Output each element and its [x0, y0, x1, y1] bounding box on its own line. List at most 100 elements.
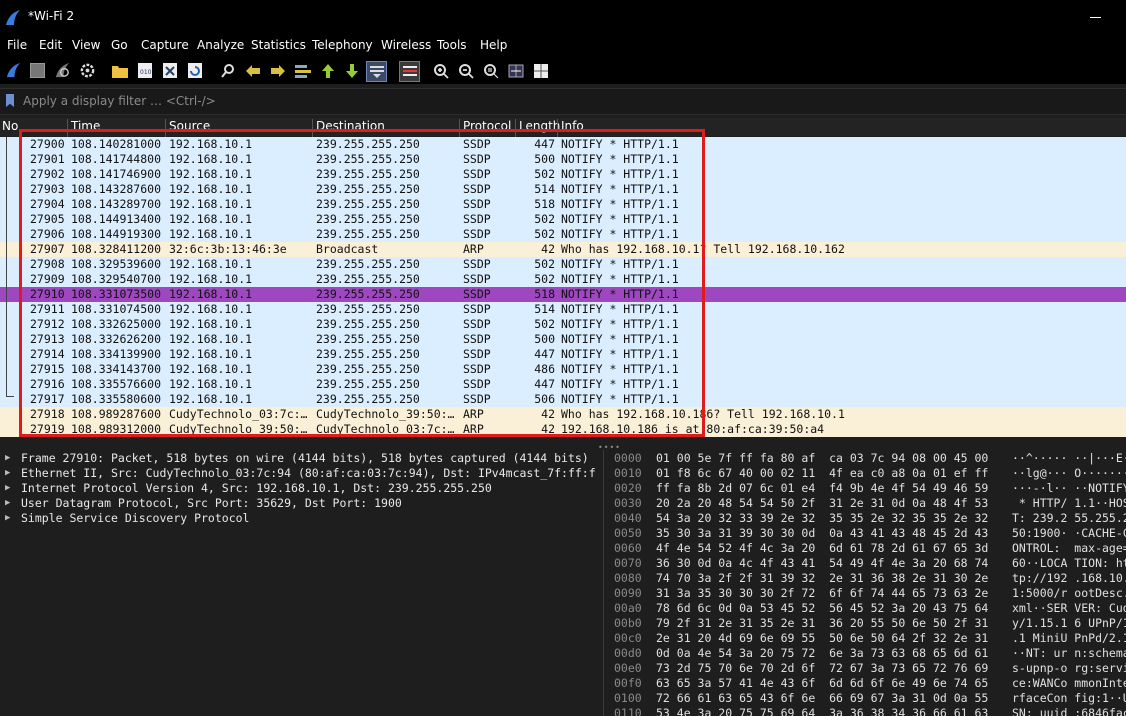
hex-offset: 0070 [614, 556, 642, 570]
menu-view[interactable]: View [72, 38, 100, 52]
hex-ascii: ···-·l·· ··NOTIFY [1012, 481, 1126, 495]
zoom-out-icon[interactable] [456, 61, 475, 80]
colorize-icon[interactable] [399, 61, 420, 82]
conversation-bracket [6, 137, 7, 397]
go-forward-icon[interactable] [268, 61, 287, 80]
menu-go[interactable]: Go [111, 38, 128, 52]
hex-offset: 00e0 [614, 661, 642, 675]
hex-ascii: ··lg@··· O······· [1012, 466, 1126, 480]
hex-offset: 0030 [614, 496, 642, 510]
resize-columns-icon[interactable] [506, 61, 525, 80]
hex-offset: 00f0 [614, 676, 642, 690]
wireshark-logo-icon [6, 10, 20, 25]
hex-bytes: 63 65 3a 57 41 4e 43 6f 6d 6d 6f 6e 49 6… [656, 676, 989, 690]
expand-arrow-icon[interactable]: ▶ [5, 481, 10, 496]
go-first-packet-icon[interactable] [318, 61, 337, 80]
go-last-packet-icon[interactable] [342, 61, 361, 80]
minimize-button[interactable] [1090, 17, 1101, 18]
hex-bytes: 35 30 3a 31 39 30 30 0d 0a 43 41 43 48 4… [656, 526, 989, 540]
hex-offset: 0010 [614, 466, 642, 480]
expand-arrow-icon[interactable]: ▶ [5, 466, 10, 481]
open-file-icon[interactable] [110, 61, 129, 80]
zoom-normal-icon[interactable] [481, 61, 500, 80]
hex-ascii: T: 239.2 55.255.2 [1012, 511, 1126, 525]
expand-arrow-icon[interactable]: ▶ [5, 511, 10, 526]
restart-capture-icon[interactable] [53, 61, 72, 80]
hex-ascii: SN: uuid :6846fac [1012, 706, 1126, 716]
svg-text:0101: 0101 [140, 69, 153, 76]
hex-offset: 0020 [614, 481, 642, 495]
hex-bytes: 4f 4e 54 52 4f 4c 3a 20 6d 61 78 2d 61 6… [656, 541, 989, 555]
hex-bytes: 73 2d 75 70 6e 70 2d 6f 72 67 3a 73 65 7… [656, 661, 989, 675]
hex-bytes: 72 66 61 63 65 43 6f 6e 66 69 67 3a 31 0… [656, 691, 989, 705]
hex-ascii: ··^····· ··|···E· [1012, 451, 1126, 465]
menu-tools[interactable]: Tools [437, 38, 467, 52]
hex-offset: 0040 [614, 511, 642, 525]
auto-scroll-icon[interactable] [366, 61, 387, 82]
hex-bytes: 54 3a 20 32 33 39 2e 32 35 35 2e 32 35 3… [656, 511, 989, 525]
detail-text: Ethernet II, Src: CudyTechnolo_03:7c:94 … [21, 466, 596, 480]
stop-capture-icon[interactable] [28, 61, 47, 80]
menu-capture[interactable]: Capture [141, 38, 189, 52]
go-back-icon[interactable] [243, 61, 262, 80]
hex-bytes: 53 4e 3a 20 75 75 69 64 3a 36 38 34 36 6… [656, 706, 989, 716]
start-capture-icon[interactable] [4, 61, 23, 80]
hex-bytes: 74 70 3a 2f 2f 31 39 32 2e 31 36 38 2e 3… [656, 571, 989, 585]
find-packet-icon[interactable] [218, 61, 237, 80]
menu-analyze[interactable]: Analyze [197, 38, 244, 52]
hex-bytes: 79 2f 31 2e 31 35 2e 31 36 20 55 50 6e 5… [656, 616, 989, 630]
hex-ascii: 60··LOCA TION: ht [1012, 556, 1126, 570]
hex-ascii: * HTTP/ 1.1··HOS [1012, 496, 1126, 510]
close-file-icon[interactable] [160, 61, 179, 80]
hex-offset: 0110 [614, 706, 642, 716]
hex-ascii: .1 MiniU PnPd/2.1 [1012, 631, 1126, 645]
hex-bytes: ff fa 8b 2d 07 6c 01 e4 f4 9b 4e 4f 54 4… [656, 481, 989, 495]
menu-edit[interactable]: Edit [39, 38, 62, 52]
menu-help[interactable]: Help [480, 38, 507, 52]
detail-text: Internet Protocol Version 4, Src: 192.16… [21, 481, 492, 495]
detail-text: User Datagram Protocol, Src Port: 35629,… [21, 496, 402, 510]
zoom-in-icon[interactable] [431, 61, 450, 80]
layout-icon[interactable] [531, 61, 550, 80]
hex-ascii: rfaceCon fig:1··U [1012, 691, 1126, 705]
hex-offset: 00b0 [614, 616, 642, 630]
detail-text: Frame 27910: Packet, 518 bytes on wire (… [21, 451, 589, 465]
hex-ascii: 50:1900· ·CACHE-C [1012, 526, 1126, 540]
menu-statistics[interactable]: Statistics [251, 38, 306, 52]
hex-offset: 0000 [614, 451, 642, 465]
pane-splitter[interactable]: •••• [0, 438, 1126, 452]
hex-bytes: 01 f8 6c 67 40 00 02 11 4f ea c0 a8 0a 0… [656, 466, 989, 480]
menu-telephony[interactable]: Telephony [312, 38, 373, 52]
packet-bytes-pane[interactable]: 0000 01 00 5e 7f ff fa 80 af ca 03 7c 94 … [603, 450, 1126, 716]
window-title: *Wi-Fi 2 [28, 9, 75, 23]
go-to-packet-icon[interactable] [293, 61, 312, 80]
expand-arrow-icon[interactable]: ▶ [5, 496, 10, 511]
hex-bytes: 0d 0a 4e 54 3a 20 75 72 6e 3a 73 63 68 6… [656, 646, 989, 660]
bookmark-icon[interactable] [6, 94, 14, 107]
capture-options-icon[interactable] [78, 61, 97, 80]
menu-wireless[interactable]: Wireless [381, 38, 431, 52]
save-file-icon[interactable]: 0101 [135, 61, 154, 80]
detail-text: Simple Service Discovery Protocol [21, 511, 250, 525]
hex-ascii: y/1.15.1 6 UPnP/1 [1012, 616, 1126, 630]
hex-ascii: s-upnp-o rg:servi [1012, 661, 1126, 675]
hex-offset: 00c0 [614, 631, 642, 645]
expand-arrow-icon[interactable]: ▶ [5, 451, 10, 466]
hex-ascii: tp://192 .168.10. [1012, 571, 1126, 585]
display-filter-input[interactable] [20, 91, 1116, 110]
main-toolbar: 0101 [0, 57, 1126, 84]
hex-bytes: 31 3a 35 30 30 30 2f 72 6f 6f 74 44 65 7… [656, 586, 989, 600]
hex-offset: 0080 [614, 571, 642, 585]
hex-bytes: 01 00 5e 7f ff fa 80 af ca 03 7c 94 08 0… [656, 451, 989, 465]
conversation-bracket-end [6, 396, 14, 397]
hex-ascii: ··NT: ur n:schema [1012, 646, 1126, 660]
packet-details-pane[interactable]: ▶ Frame 27910: Packet, 518 bytes on wire … [0, 450, 603, 716]
menu-file[interactable]: File [7, 38, 27, 52]
column-no[interactable]: No [0, 119, 18, 137]
hex-bytes: 20 2a 20 48 54 54 50 2f 31 2e 31 0d 0a 4… [656, 496, 989, 510]
hex-offset: 0100 [614, 691, 642, 705]
annotation-highlight-box [19, 129, 705, 437]
hex-bytes: 78 6d 6c 0d 0a 53 45 52 56 45 52 3a 20 4… [656, 601, 989, 615]
reload-file-icon[interactable] [185, 61, 204, 80]
title-bar: *Wi-Fi 2 [0, 0, 1126, 36]
